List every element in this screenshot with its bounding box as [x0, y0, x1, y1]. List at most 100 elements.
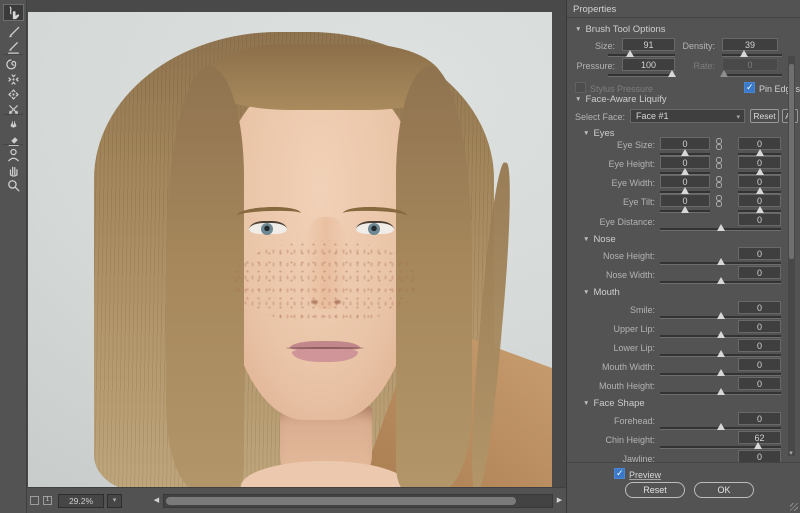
slider-thumb[interactable] [716, 423, 725, 430]
upper-lip-slider[interactable] [660, 331, 781, 338]
smile-input[interactable] [738, 301, 781, 314]
density-slider-thumb[interactable] [739, 50, 748, 57]
eye-tilt-left-slider[interactable] [660, 206, 710, 213]
link-icon[interactable] [715, 157, 723, 169]
chin-height-slider[interactable] [660, 442, 781, 449]
upper-lip-input[interactable] [738, 320, 781, 333]
slider-thumb[interactable] [681, 149, 689, 156]
link-icon[interactable] [715, 138, 723, 150]
reset-button[interactable]: Reset [625, 482, 685, 498]
properties-content: ▼Brush Tool Options Size: Density: Press… [567, 0, 800, 462]
panel-scrollbar-thumb[interactable] [789, 64, 794, 259]
horizontal-scrollbar-thumb[interactable] [166, 497, 516, 505]
stylus-pressure-checkbox [575, 82, 586, 93]
eye-distance-label: Eye Distance: [599, 217, 655, 227]
nose-height-input[interactable] [738, 247, 781, 260]
forehead-slider[interactable] [660, 423, 781, 430]
jawline-input[interactable] [738, 450, 781, 462]
eyes-section-header[interactable]: ▼ Eyes [583, 128, 615, 139]
preview-label: Preview [629, 470, 662, 480]
pressure-slider-thumb[interactable] [668, 70, 677, 77]
pin-edges-checkbox[interactable] [744, 82, 755, 93]
nose-section-header[interactable]: ▼ Nose [583, 234, 616, 245]
slider-thumb[interactable] [755, 149, 764, 156]
mouth-width-slider[interactable] [660, 369, 781, 376]
eye-distance-slider[interactable] [660, 224, 781, 231]
slider-thumb[interactable] [716, 224, 725, 231]
face-aware-section-header[interactable]: ▼ Face-Aware Liquify [575, 94, 667, 105]
mouth-height-input[interactable] [738, 377, 781, 390]
hand-tool[interactable] [3, 161, 24, 178]
layer-badge-icon[interactable]: 1 [43, 496, 52, 505]
size-slider-thumb[interactable] [626, 50, 635, 57]
portrait-eye-left [249, 221, 287, 235]
slider-thumb[interactable] [681, 187, 689, 194]
density-slider[interactable] [722, 50, 782, 57]
forward-warp-tool[interactable] [3, 4, 24, 21]
pressure-slider[interactable] [608, 70, 677, 77]
collapse-triangle-icon: ▼ [583, 400, 590, 407]
mouth-width-label: Mouth Width: [601, 362, 655, 372]
stylus-pressure-label: Stylus Pressure [590, 84, 654, 94]
nose-width-slider[interactable] [660, 277, 781, 284]
slider-thumb[interactable] [716, 350, 725, 357]
slider-thumb[interactable] [681, 206, 689, 213]
slider-thumb[interactable] [755, 187, 764, 194]
rate-slider [720, 70, 782, 77]
face-shape-section-header[interactable]: ▼ Face Shape [583, 398, 645, 409]
upper-lip-label: Upper Lip: [613, 324, 655, 334]
slider-thumb[interactable] [716, 331, 725, 338]
preview-checkbox[interactable] [614, 468, 625, 479]
pressure-input[interactable] [622, 58, 675, 71]
slider-thumb[interactable] [716, 388, 725, 395]
zoom-level-field[interactable]: 29.2% [58, 494, 104, 508]
collapse-triangle-icon: ▼ [575, 26, 582, 33]
liquify-dialog: 1 29.2% ▾ ◀ ▶ Properties ▼ Brush Tool Opt… [0, 0, 800, 513]
lower-lip-input[interactable] [738, 339, 781, 352]
lower-lip-slider[interactable] [660, 350, 781, 357]
zoom-level-dropdown[interactable]: ▾ [107, 494, 122, 508]
slider-thumb[interactable] [681, 168, 689, 175]
forehead-label: Forehead: [613, 416, 655, 426]
slider-thumb[interactable] [716, 312, 725, 319]
slider-thumb[interactable] [754, 442, 762, 449]
ok-button[interactable]: OK [694, 482, 754, 498]
preview-background-icon[interactable] [30, 496, 39, 505]
slider-thumb[interactable] [716, 258, 725, 265]
smile-slider[interactable] [660, 312, 781, 319]
scroll-right-arrow[interactable]: ▶ [553, 494, 566, 508]
size-slider[interactable] [608, 50, 675, 57]
slider-thumb[interactable] [716, 369, 725, 376]
eye-height-label: Eye Height: [608, 159, 655, 169]
collapse-triangle-icon: ▼ [583, 130, 590, 137]
reset-face-button[interactable]: Reset [750, 109, 779, 123]
panel-scrollbar[interactable] [788, 56, 795, 456]
nose-height-slider[interactable] [660, 258, 781, 265]
zoom-tool[interactable] [3, 177, 24, 194]
slider-thumb[interactable] [716, 277, 725, 284]
liquify-preview-image[interactable] [28, 12, 552, 487]
select-face-dropdown[interactable]: Face #1 ▾ [630, 109, 745, 123]
nose-width-input[interactable] [738, 266, 781, 279]
mouth-width-input[interactable] [738, 358, 781, 371]
scroll-down-arrow[interactable]: ▾ [786, 449, 796, 457]
status-bar: 1 29.2% ▾ ◀ ▶ [27, 487, 566, 513]
density-input[interactable] [722, 38, 778, 51]
slider-thumb[interactable] [755, 168, 764, 175]
smooth-tool[interactable] [3, 38, 24, 55]
forehead-input[interactable] [738, 412, 781, 425]
resize-grip[interactable] [790, 503, 798, 511]
brush-options-section-header[interactable]: ▼ Brush Tool Options [575, 24, 666, 35]
footer-divider [567, 462, 800, 463]
chevron-down-icon: ▾ [736, 114, 740, 121]
mouth-height-slider[interactable] [660, 388, 781, 395]
slider-thumb[interactable] [755, 206, 764, 213]
liquify-toolbar [0, 0, 27, 513]
link-icon[interactable] [715, 176, 723, 188]
mouth-height-label: Mouth Height: [598, 381, 655, 391]
horizontal-scrollbar[interactable] [163, 494, 553, 508]
mouth-section-header[interactable]: ▼ Mouth [583, 287, 620, 298]
scroll-left-arrow[interactable]: ◀ [150, 494, 163, 508]
link-icon[interactable] [715, 195, 723, 207]
eye-distance-input[interactable] [738, 213, 781, 226]
